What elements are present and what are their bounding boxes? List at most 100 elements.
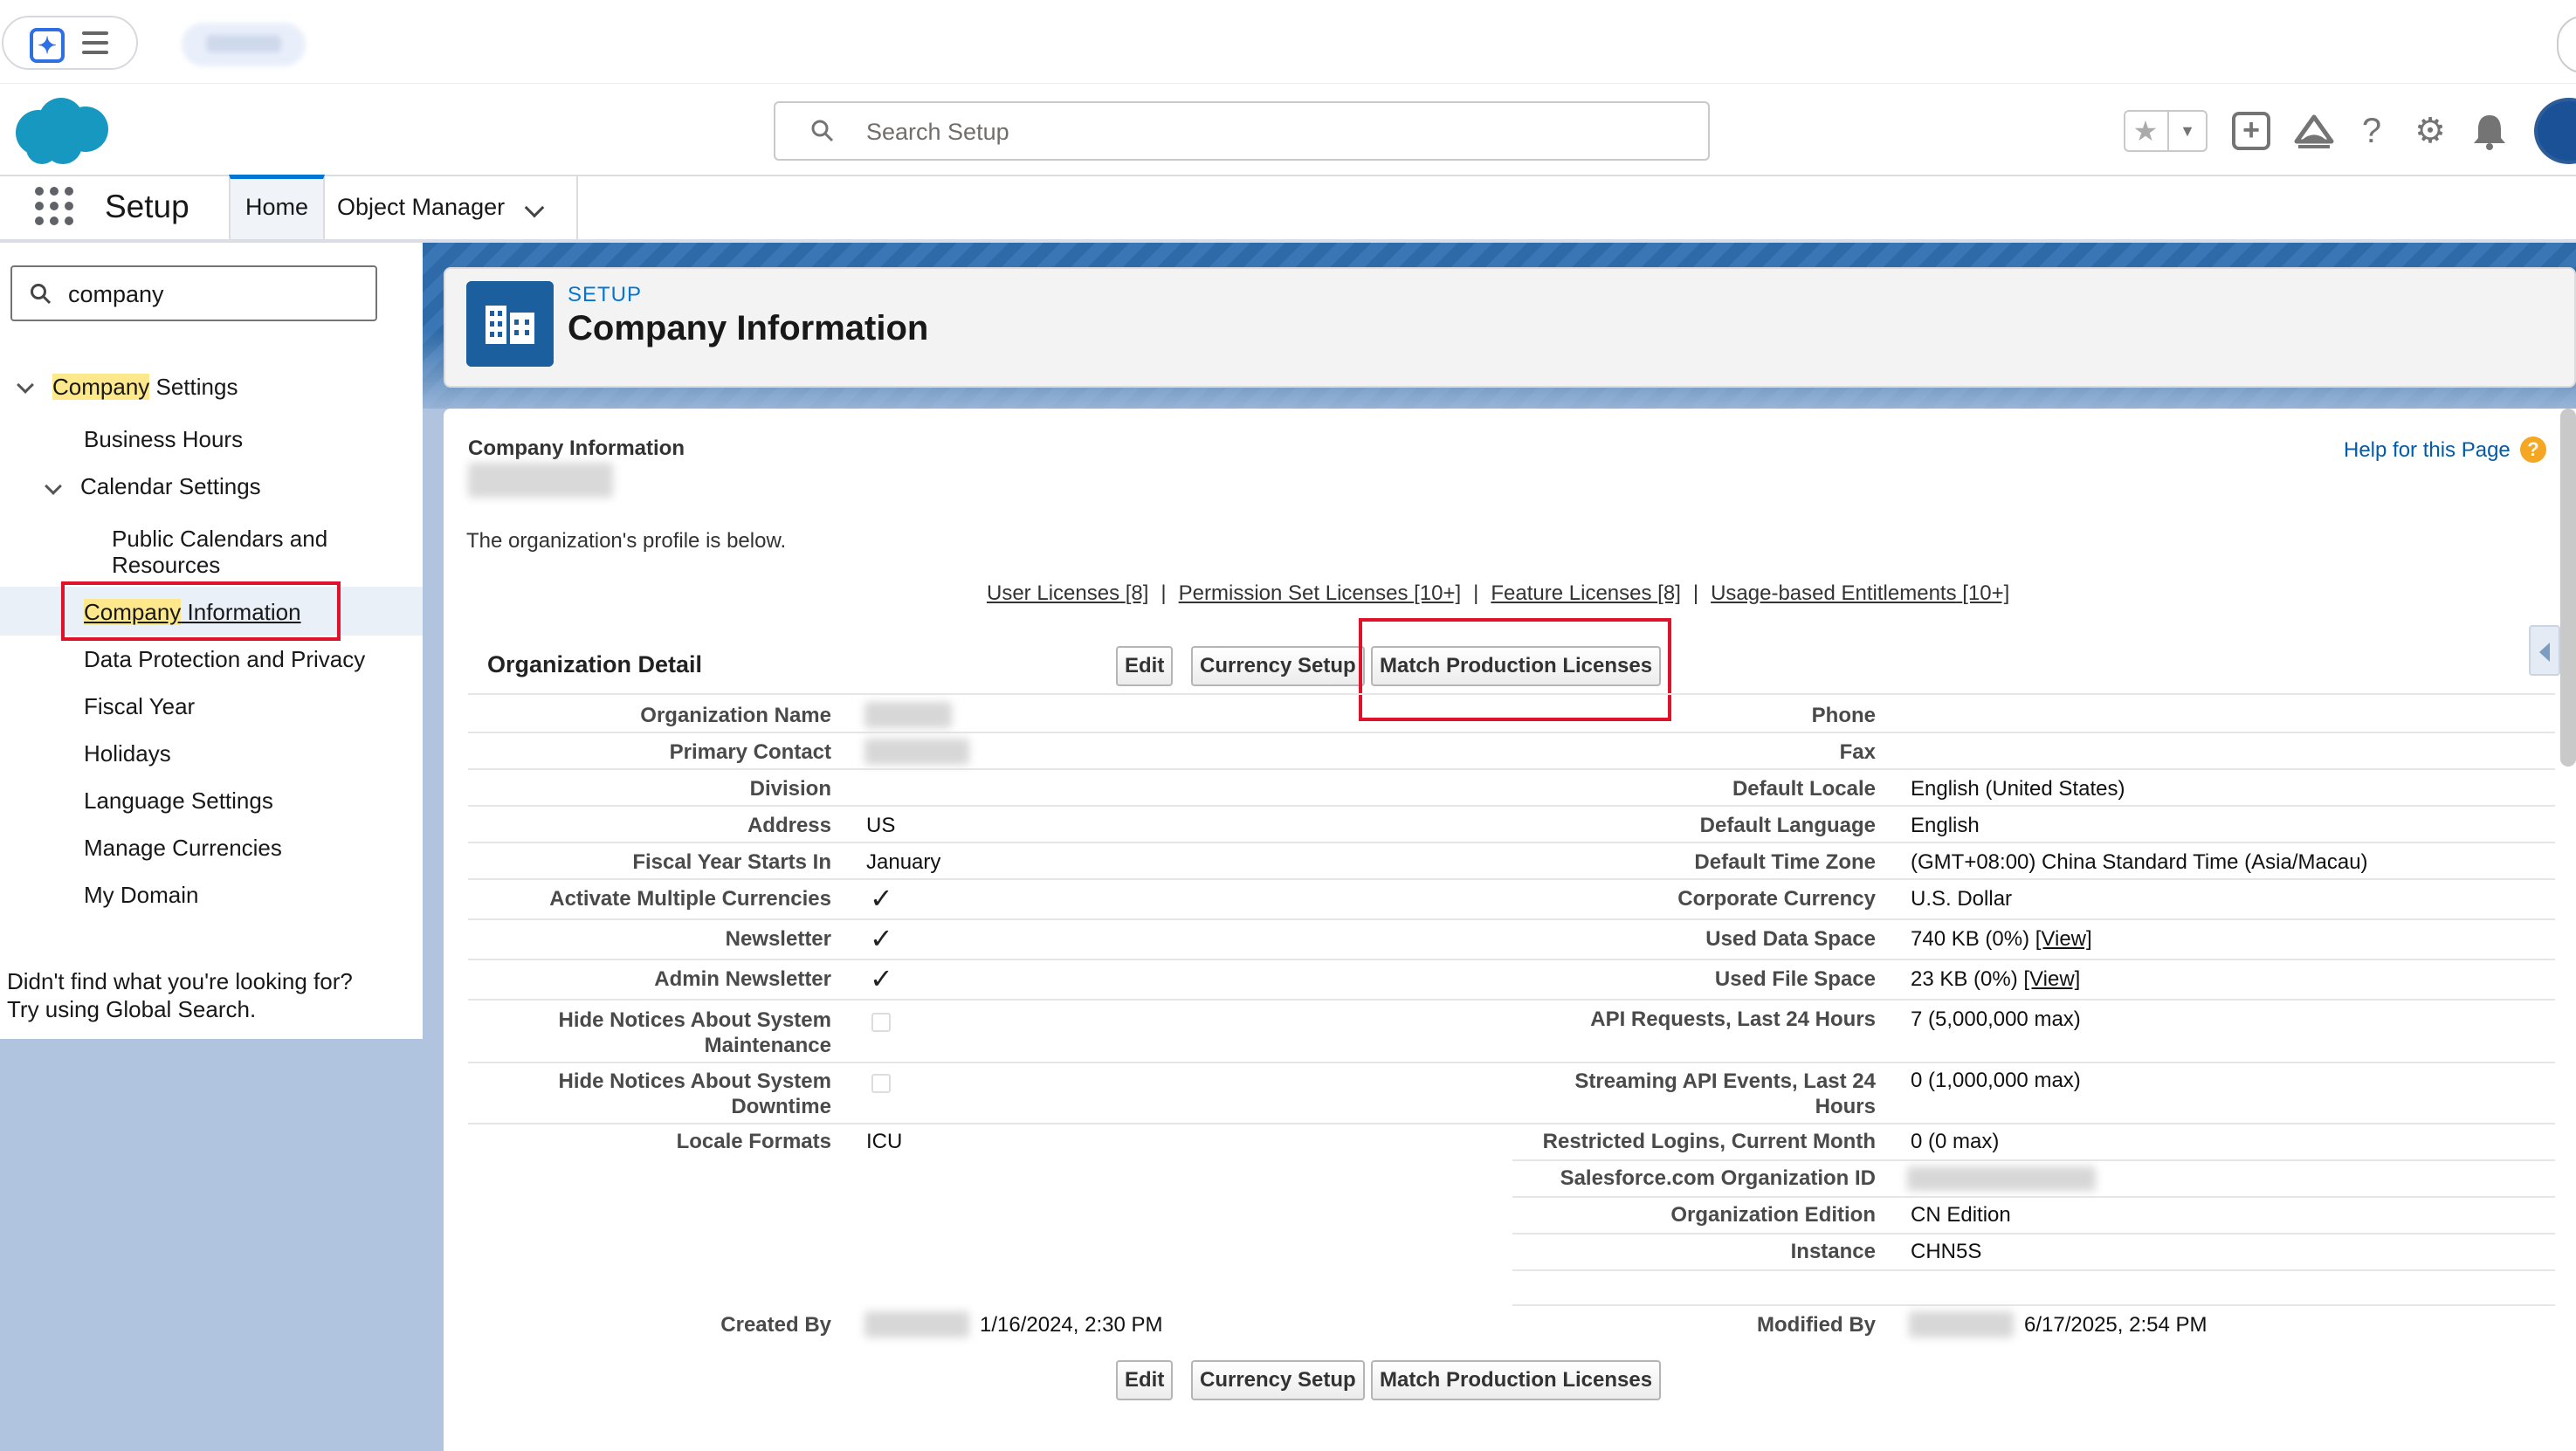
locale-formats-value: ICU: [866, 1130, 903, 1153]
profile-note: The organization's profile is below.: [466, 529, 787, 553]
match-production-licenses-button-bottom[interactable]: Match Production Licenses: [1371, 1360, 1662, 1400]
trailhead-icon[interactable]: [2293, 112, 2335, 152]
org-id-label: Salesforce.com Organization ID: [1560, 1166, 1876, 1190]
page-title: Company Information: [568, 309, 929, 347]
tab-home[interactable]: Home: [229, 175, 325, 239]
quick-find-input[interactable]: company: [10, 265, 377, 321]
used-data-space-value: 740 KB (0%) [View]: [1911, 927, 2092, 951]
default-locale-value: English (United States): [1911, 777, 2125, 801]
currency-setup-button[interactable]: Currency Setup: [1191, 646, 1365, 686]
modified-by-date: 6/17/2025, 2:54 PM: [2024, 1313, 2208, 1337]
edit-button[interactable]: Edit: [1116, 646, 1174, 686]
instance-label: Instance: [1790, 1240, 1876, 1263]
org-edition-value: CN Edition: [1911, 1203, 2011, 1227]
created-by-label: Created By: [720, 1313, 831, 1337]
row-divider: [468, 1062, 2555, 1063]
tree-item-public-calendars[interactable]: Public Calendars and Resources: [112, 526, 374, 578]
global-search-box[interactable]: Search Setup: [774, 101, 1710, 161]
extension-pill[interactable]: ✦: [2, 16, 138, 70]
division-label: Division: [749, 777, 831, 801]
used-file-space-value: 23 KB (0%) [View]: [1911, 967, 2081, 991]
row-divider: [468, 842, 2555, 843]
search-icon: [31, 284, 52, 305]
help-question-icon[interactable]: ?: [2520, 437, 2546, 463]
fax-label: Fax: [1839, 740, 1876, 764]
restricted-logins-value: 0 (0 max): [1911, 1130, 2000, 1153]
vertical-scrollbar[interactable]: [2560, 409, 2576, 767]
used-data-space-label: Used Data Space: [1705, 927, 1876, 951]
building-icon: [466, 281, 554, 367]
help-for-this-page-link[interactable]: Help for this Page: [2344, 438, 2511, 463]
notifications-bell-icon[interactable]: [2471, 112, 2508, 150]
locale-formats-label: Locale Formats: [676, 1130, 831, 1153]
row-divider: [468, 878, 2555, 880]
view-file-space-link[interactable]: [View]: [2023, 967, 2080, 991]
fiscal-year-label: Fiscal Year Starts In: [632, 850, 831, 874]
annotation-highlight-box: [1359, 618, 1671, 721]
chevron-down-icon[interactable]: [524, 197, 545, 218]
tree-item-manage-currencies[interactable]: Manage Currencies: [84, 835, 282, 862]
edit-button-bottom[interactable]: Edit: [1116, 1360, 1174, 1400]
search-icon: [811, 120, 834, 142]
not-found-line-2: Try using Global Search.: [7, 996, 257, 1022]
not-found-line-1: Didn't find what you're looking for?: [7, 968, 353, 994]
corporate-currency-label: Corporate Currency: [1677, 887, 1876, 911]
help-question-icon[interactable]: ?: [2352, 112, 2391, 150]
streaming-events-label: Streaming API Events, Last 24 Hours: [1574, 1069, 1876, 1118]
corporate-currency-value: U.S. Dollar: [1911, 887, 2013, 911]
redacted-org-name: [468, 463, 613, 498]
tree-item-calendar-settings[interactable]: Calendar Settings: [80, 473, 261, 500]
admin-newsletter-label: Admin Newsletter: [654, 967, 831, 991]
newsletter-label: Newsletter: [725, 927, 831, 951]
default-time-zone-value: (GMT+08:00) China Standard Time (Asia/Ma…: [1911, 850, 2368, 874]
row-divider: [1512, 1196, 2555, 1198]
row-divider: [468, 768, 2555, 770]
tree-item-my-domain[interactable]: My Domain: [84, 882, 198, 909]
primary-contact-label: Primary Contact: [669, 740, 831, 764]
arrow-left-icon: [2539, 643, 2550, 662]
tree-company-settings[interactable]: Company Settings: [52, 374, 238, 401]
browser-toolbar: ✦: [0, 0, 2576, 84]
tree-item-business-hours[interactable]: Business Hours: [84, 426, 243, 453]
instance-value: CHN5S: [1911, 1240, 1982, 1263]
row-divider: [468, 693, 2555, 695]
hide-downtime-checkbox: [871, 1074, 891, 1093]
tree-item-holidays[interactable]: Holidays: [84, 740, 171, 767]
hide-maintenance-checkbox: [871, 1013, 891, 1032]
not-found-hint: Didn't find what you're looking for? Try…: [7, 967, 353, 1023]
streaming-events-value: 0 (1,000,000 max): [1911, 1069, 2081, 1092]
salesforce-cloud-logo[interactable]: [12, 94, 115, 166]
favorites-star-icon[interactable]: ★: [2125, 112, 2166, 150]
address-label: Address: [747, 814, 831, 837]
address-value: US: [866, 814, 896, 837]
usage-based-entitlements-link[interactable]: Usage-based Entitlements [10+]: [1711, 581, 2009, 605]
redacted-organization-name: [864, 702, 952, 728]
tree-item-data-protection[interactable]: Data Protection and Privacy: [84, 646, 365, 673]
collapse-panel-tab[interactable]: [2529, 625, 2560, 676]
default-locale-label: Default Locale: [1732, 777, 1876, 801]
user-licenses-link[interactable]: User Licenses [8]: [987, 581, 1148, 605]
setup-gear-icon[interactable]: ⚙: [2410, 112, 2450, 150]
feature-licenses-link[interactable]: Feature Licenses [8]: [1491, 581, 1680, 605]
redacted-modified-by-user[interactable]: [1909, 1311, 2014, 1338]
tab-object-manager[interactable]: Object Manager: [325, 175, 578, 239]
tree-item-fiscal-year[interactable]: Fiscal Year: [84, 693, 195, 720]
tree-item-language-settings[interactable]: Language Settings: [84, 787, 273, 815]
add-icon[interactable]: +: [2232, 112, 2270, 150]
currency-setup-button-bottom[interactable]: Currency Setup: [1191, 1360, 1365, 1400]
redacted-primary-contact: [864, 739, 969, 765]
row-divider: [1512, 1269, 2555, 1271]
app-launcher-waffle-icon[interactable]: [33, 185, 75, 227]
profile-pill[interactable]: [2557, 16, 2576, 73]
row-divider: [1512, 1233, 2555, 1234]
view-data-space-link[interactable]: [View]: [2035, 927, 2092, 951]
favorites-group: ★ ▼: [2124, 110, 2208, 152]
hamburger-menu-icon[interactable]: [82, 31, 108, 56]
restricted-logins-label: Restricted Logins, Current Month: [1542, 1130, 1876, 1153]
redacted-created-by-user[interactable]: [864, 1311, 969, 1338]
extension-sparkle-icon[interactable]: ✦: [30, 28, 65, 63]
search-placeholder: Search Setup: [866, 119, 1009, 145]
favorites-caret-icon[interactable]: ▼: [2167, 112, 2206, 150]
multi-currency-label: Activate Multiple Currencies: [549, 887, 831, 911]
permission-set-licenses-link[interactable]: Permission Set Licenses [10+]: [1179, 581, 1462, 605]
